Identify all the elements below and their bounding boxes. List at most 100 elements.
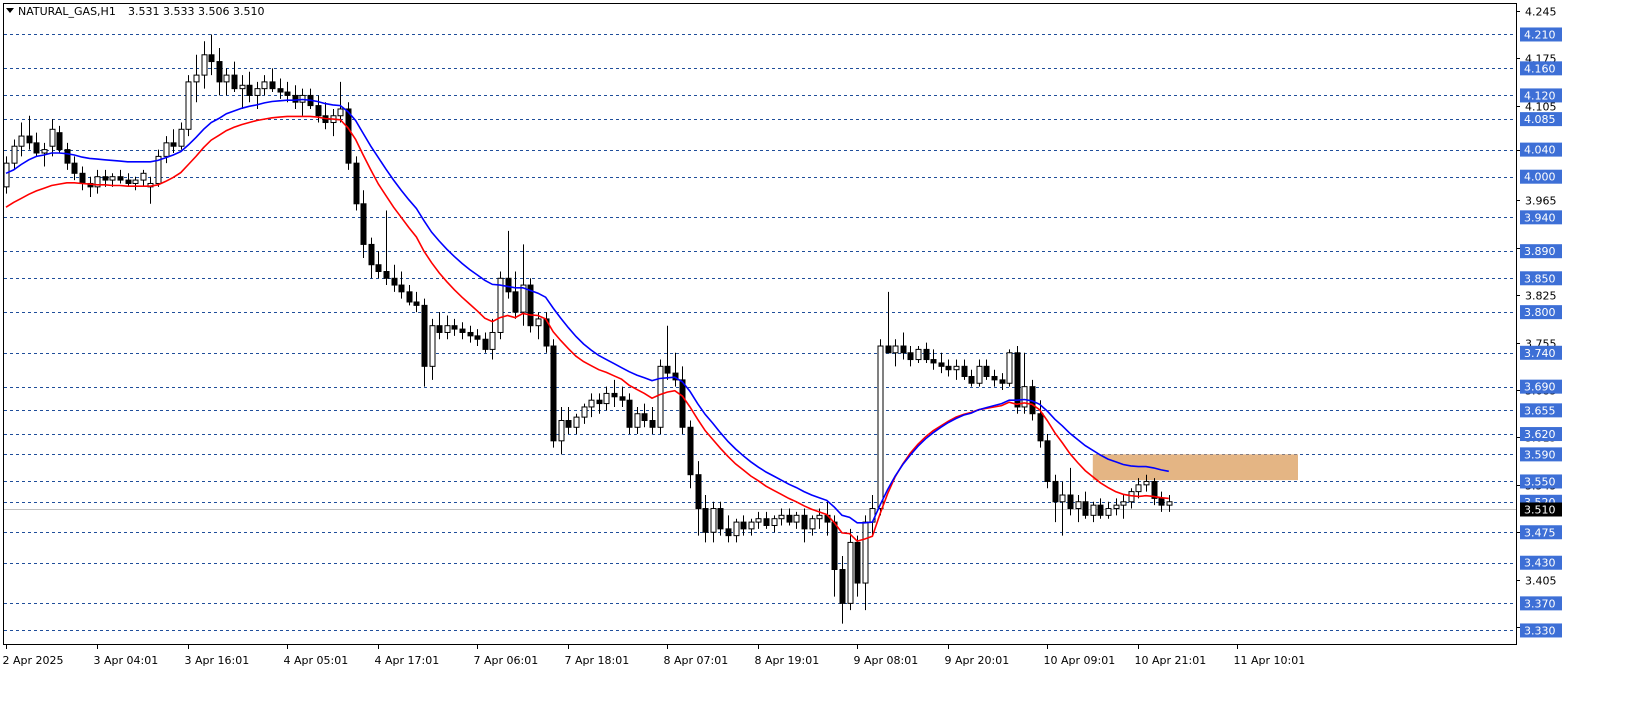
candle-body — [497, 277, 504, 333]
candle-body — [216, 61, 223, 83]
level-label: 3.890 — [1524, 245, 1556, 258]
candle-body — [18, 135, 25, 147]
time-tick-label: 10 Apr 09:01 — [1044, 654, 1116, 667]
candle-body — [1052, 480, 1059, 503]
candle-body — [132, 179, 139, 184]
level-label: 4.085 — [1524, 113, 1556, 126]
time-tick-label: 8 Apr 19:01 — [755, 654, 820, 667]
candle-body — [573, 416, 580, 428]
candle — [527, 278, 534, 333]
candle-body — [406, 291, 413, 303]
candle-body — [839, 569, 846, 604]
candle-body — [809, 518, 816, 530]
candle-body — [1105, 508, 1112, 516]
level-label: 3.550 — [1524, 475, 1556, 488]
candle-body — [163, 142, 170, 157]
candle-body — [208, 54, 215, 63]
candle-body — [657, 365, 664, 428]
candle-body — [999, 379, 1006, 384]
candle — [353, 156, 360, 211]
candle-body — [429, 325, 436, 367]
price-chart: 4.2454.1754.1054.0403.9653.8953.8253.755… — [0, 0, 1651, 707]
candle-body — [459, 328, 466, 333]
candle-body — [603, 392, 610, 405]
candle-body — [117, 176, 124, 181]
candle-body — [885, 345, 892, 354]
candle-body — [733, 521, 740, 537]
candle-body — [482, 338, 489, 350]
candle-body — [109, 176, 116, 181]
resistance-zone — [1092, 454, 1298, 481]
candle-body — [702, 508, 709, 533]
candle-body — [900, 345, 907, 354]
time-tick-label: 11 Apr 10:01 — [1234, 654, 1306, 667]
candle-body — [315, 105, 322, 117]
candle-body — [49, 128, 56, 147]
candle-body — [398, 284, 405, 293]
candle-body — [725, 528, 732, 537]
candle-body — [467, 331, 474, 337]
level-label: 4.210 — [1524, 28, 1556, 41]
candle-body — [907, 352, 914, 361]
candle-body — [451, 325, 458, 330]
current-price-label: 3.510 — [1524, 504, 1556, 517]
candle-body — [345, 108, 352, 164]
time-tick-label: 9 Apr 20:01 — [945, 654, 1010, 667]
candle-body — [923, 348, 930, 361]
level-label: 3.800 — [1524, 306, 1556, 319]
candle-body — [1059, 494, 1066, 503]
candle-body — [877, 345, 884, 510]
candle-body — [360, 203, 367, 245]
candle-body — [1143, 480, 1150, 486]
level-label: 3.655 — [1524, 404, 1556, 417]
candle-body — [968, 375, 975, 384]
chart-header[interactable]: NATURAL_GAS,H1 3.531 3.533 3.506 3.510 — [6, 5, 264, 18]
candle-body — [489, 331, 496, 350]
level-label: 3.475 — [1524, 526, 1556, 539]
candle-body — [976, 365, 983, 384]
candle-body — [1067, 494, 1074, 510]
candle-body — [945, 365, 952, 371]
candle — [550, 339, 557, 448]
candle-body — [102, 176, 109, 181]
price-tick-label: 3.405 — [1525, 575, 1557, 588]
candle-body — [793, 514, 800, 523]
candle-body — [1158, 497, 1165, 506]
candle-body — [1075, 501, 1082, 510]
candle-body — [474, 335, 481, 340]
candle-body — [687, 426, 694, 476]
candle-body — [505, 277, 512, 293]
candle-body — [763, 518, 770, 526]
ohlc-values: 3.531 3.533 3.506 3.510 — [128, 5, 264, 18]
time-tick-label: 3 Apr 16:01 — [185, 654, 250, 667]
candle-body — [786, 514, 793, 523]
level-label: 3.590 — [1524, 448, 1556, 461]
candle-body — [185, 81, 192, 130]
level-label: 3.330 — [1524, 624, 1556, 637]
candle-body — [1113, 504, 1120, 510]
candle-body — [79, 172, 86, 184]
level-label: 3.370 — [1524, 597, 1556, 610]
level-label: 4.040 — [1524, 144, 1556, 157]
candle-body — [664, 365, 671, 374]
price-tick-label: 4.245 — [1525, 6, 1557, 19]
candle-body — [816, 514, 823, 520]
candle-body — [854, 541, 861, 584]
candle-body — [961, 365, 968, 377]
candle-body — [535, 318, 542, 327]
time-tick-label: 4 Apr 17:01 — [375, 654, 440, 667]
candle-body — [983, 365, 990, 377]
candle-body — [611, 392, 618, 398]
candle-body — [261, 81, 268, 90]
candle-body — [695, 474, 702, 510]
candle — [185, 75, 192, 137]
candle-body — [125, 179, 132, 184]
candle-body — [565, 420, 572, 428]
candle-body — [649, 420, 656, 428]
time-tick-label: 9 Apr 08:01 — [854, 654, 919, 667]
candle-body — [930, 359, 937, 364]
candle-body — [710, 508, 717, 533]
candle-body — [170, 142, 177, 147]
candle-body — [26, 135, 33, 144]
candle-body — [284, 91, 291, 96]
